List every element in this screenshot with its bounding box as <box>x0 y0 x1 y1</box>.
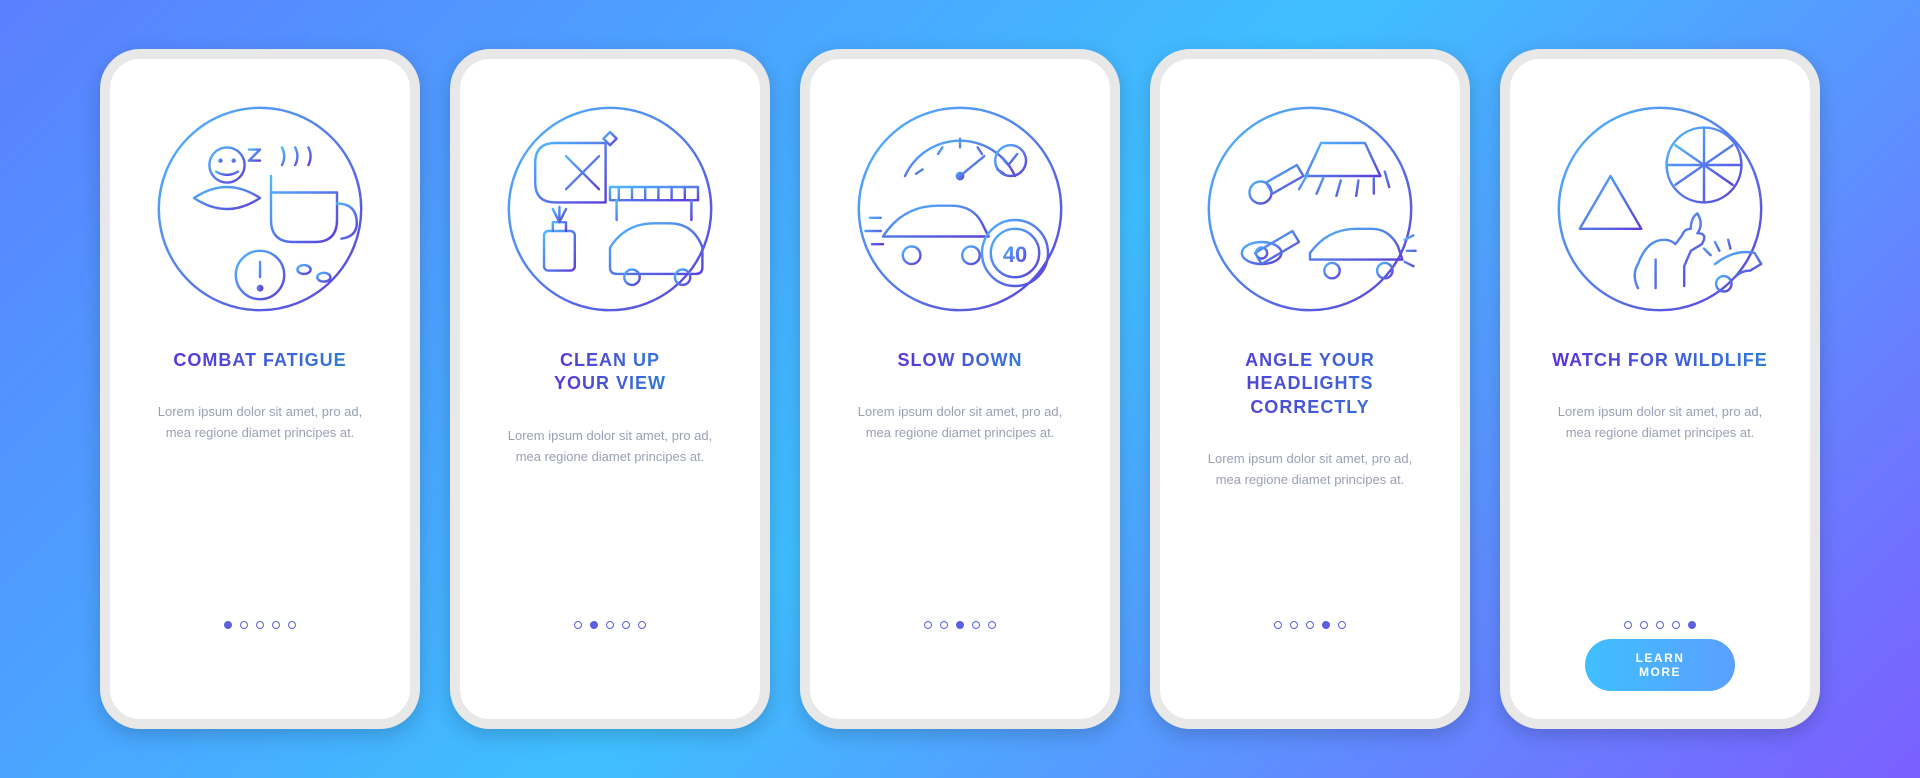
dot-5[interactable] <box>638 621 646 629</box>
dot-1[interactable] <box>924 621 932 629</box>
page-indicator <box>574 621 646 629</box>
dot-5[interactable] <box>288 621 296 629</box>
dot-5[interactable] <box>1338 621 1346 629</box>
dot-4[interactable] <box>272 621 280 629</box>
dot-4[interactable] <box>1672 621 1680 629</box>
onboarding-screen-clean-view: CLEAN UPYOUR VIEW Lorem ipsum dolor sit … <box>450 49 770 729</box>
headlights-icon <box>1200 99 1420 319</box>
screen-title: WATCH FOR WILDLIFE <box>1544 349 1776 372</box>
wildlife-icon <box>1550 99 1770 319</box>
slow-icon: 40 <box>850 99 1070 319</box>
screen-description: Lorem ipsum dolor sit amet, pro ad, mea … <box>1530 402 1790 444</box>
dot-2[interactable] <box>1640 621 1648 629</box>
onboarding-screen-wildlife: WATCH FOR WILDLIFE Lorem ipsum dolor sit… <box>1500 49 1820 729</box>
onboarding-screen-combat-fatigue: COMBAT FATIGUE Lorem ipsum dolor sit ame… <box>100 49 420 729</box>
dot-4[interactable] <box>1322 621 1330 629</box>
svg-text:40: 40 <box>1003 242 1027 267</box>
dot-4[interactable] <box>622 621 630 629</box>
screen-title: COMBAT FATIGUE <box>165 349 354 372</box>
dot-1[interactable] <box>1274 621 1282 629</box>
screen-description: Lorem ipsum dolor sit amet, pro ad, mea … <box>130 402 390 444</box>
page-indicator <box>924 621 996 629</box>
dot-2[interactable] <box>590 621 598 629</box>
dot-5[interactable] <box>1688 621 1696 629</box>
page-indicator <box>1274 621 1346 629</box>
onboarding-screen-slow-down: 40 SLOW DOWN Lorem ipsum dolor sit amet,… <box>800 49 1120 729</box>
screen-description: Lorem ipsum dolor sit amet, pro ad, mea … <box>1180 449 1440 491</box>
screen-title: ANGLE YOURHEADLIGHTS CORRECTLY <box>1180 349 1440 419</box>
screen-title: CLEAN UPYOUR VIEW <box>546 349 674 396</box>
learn-more-button[interactable]: LEARN MORE <box>1585 639 1735 691</box>
fatigue-icon <box>150 99 370 319</box>
onboarding-screen-headlights: ANGLE YOURHEADLIGHTS CORRECTLY Lorem ips… <box>1150 49 1470 729</box>
dot-3[interactable] <box>1656 621 1664 629</box>
dot-2[interactable] <box>240 621 248 629</box>
dot-1[interactable] <box>574 621 582 629</box>
screen-description: Lorem ipsum dolor sit amet, pro ad, mea … <box>480 426 740 468</box>
page-indicator <box>1624 621 1696 629</box>
dot-2[interactable] <box>1290 621 1298 629</box>
page-indicator <box>224 621 296 629</box>
screen-title: SLOW DOWN <box>890 349 1031 372</box>
dot-4[interactable] <box>972 621 980 629</box>
dot-3[interactable] <box>956 621 964 629</box>
dot-2[interactable] <box>940 621 948 629</box>
dot-3[interactable] <box>256 621 264 629</box>
dot-1[interactable] <box>1624 621 1632 629</box>
dot-5[interactable] <box>988 621 996 629</box>
dot-3[interactable] <box>606 621 614 629</box>
dot-3[interactable] <box>1306 621 1314 629</box>
screen-description: Lorem ipsum dolor sit amet, pro ad, mea … <box>830 402 1090 444</box>
dot-1[interactable] <box>224 621 232 629</box>
clean-icon <box>500 99 720 319</box>
